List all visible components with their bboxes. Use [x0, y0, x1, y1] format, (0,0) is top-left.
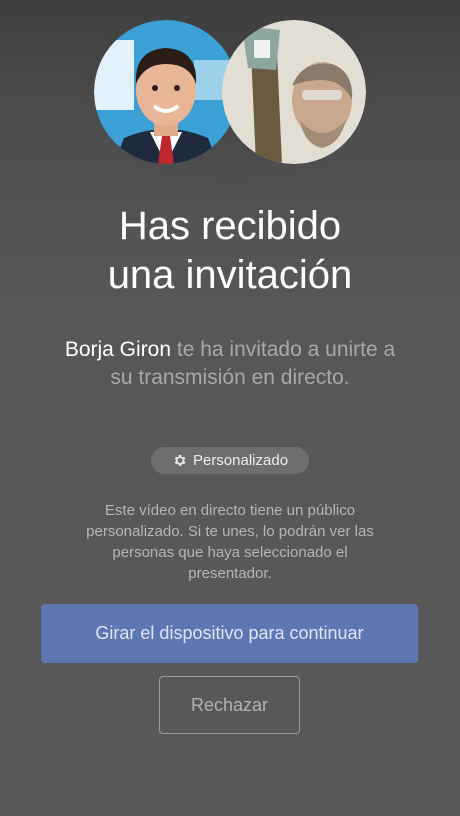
host-name: Borja Giron — [64, 338, 172, 361]
title-line-1: Has recibido — [118, 204, 342, 248]
gear-icon — [174, 455, 186, 466]
rotate-device-button[interactable]: Girar el dispositivo para continuar — [41, 604, 418, 663]
invitation-title: Has recibido una invitación — [0, 202, 460, 300]
viewer-avatar — [222, 20, 366, 164]
decline-button[interactable]: Rechazar — [159, 676, 300, 734]
audience-note: Este vídeo en directo tiene un público p… — [86, 502, 374, 582]
invitation-message: Borja Giron te ha invitado a unirte a su… — [60, 336, 400, 392]
avatar-group — [0, 20, 460, 165]
audience-badge-label: Personalizado — [192, 452, 289, 469]
audience-badge: Personalizado — [151, 447, 309, 474]
host-avatar — [94, 20, 238, 164]
title-line-2: una invitación — [107, 253, 353, 297]
